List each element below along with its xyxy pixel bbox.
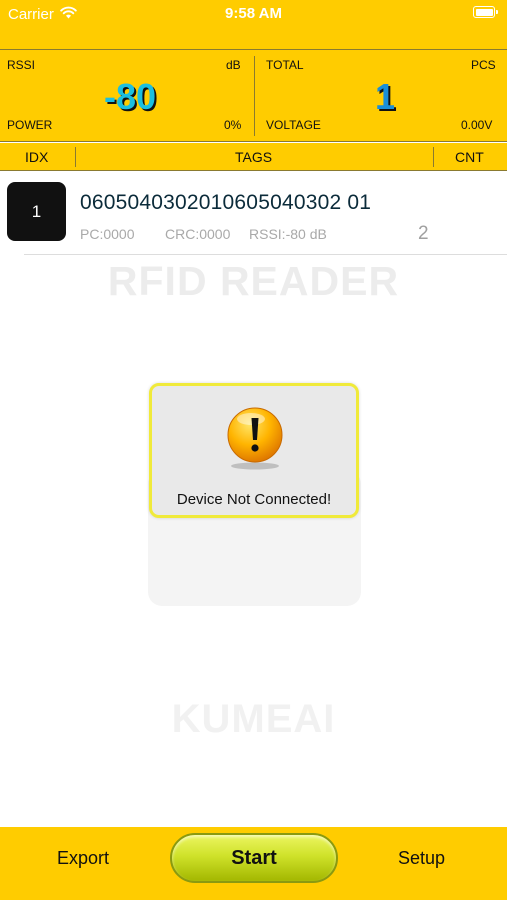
tag-row[interactable]: 1 0605040302010605040302 01 PC:0000 CRC:… xyxy=(0,171,507,255)
row-divider xyxy=(24,254,507,255)
power-label: POWER xyxy=(7,118,53,132)
device-alert: Device Not Connected! xyxy=(149,383,359,518)
tag-crc: CRC:0000 xyxy=(165,226,231,242)
column-divider xyxy=(75,147,76,167)
setup-button[interactable]: Setup xyxy=(398,848,445,869)
rssi-value: -80 xyxy=(103,76,157,117)
column-idx: IDX xyxy=(25,149,49,165)
tag-pc: PC:0000 xyxy=(80,226,135,242)
battery-icon xyxy=(473,6,498,18)
total-value: 1 xyxy=(374,76,396,117)
column-cnt: CNT xyxy=(455,149,484,165)
stats-divider xyxy=(254,56,255,136)
column-divider xyxy=(433,147,434,167)
rssi-unit: dB xyxy=(226,58,241,72)
power-value: 0% xyxy=(224,118,242,132)
export-button[interactable]: Export xyxy=(57,848,109,869)
tag-index-badge: 1 xyxy=(7,182,66,241)
watermark-brand: KUMEAI xyxy=(171,697,336,741)
total-label: TOTAL xyxy=(266,58,304,72)
tag-count: 2 xyxy=(418,223,429,244)
rssi-label: RSSI xyxy=(7,58,36,72)
tag-list-header: IDX TAGS CNT xyxy=(0,143,507,171)
tag-index: 1 xyxy=(31,201,42,221)
status-time: 9:58 AM xyxy=(225,5,282,22)
tag-epc: 0605040302010605040302 01 xyxy=(80,191,372,214)
total-unit: PCS xyxy=(471,58,496,72)
start-button[interactable]: Start xyxy=(170,833,338,883)
stats-panel: RSSI dB -80 POWER 0% TOTAL PCS 1 VOLTAGE… xyxy=(0,50,507,142)
voltage-label: VOLTAGE xyxy=(266,118,321,132)
watermark-title: RFID READER xyxy=(107,258,400,304)
bottom-toolbar: Export Start Setup xyxy=(0,827,507,900)
alert-message: Device Not Connected! xyxy=(176,491,332,508)
warning-exclamation-icon xyxy=(222,406,288,472)
tag-rssi: RSSI:-80 dB xyxy=(249,226,327,242)
column-tags: TAGS xyxy=(235,149,273,165)
voltage-value: 0.00V xyxy=(461,118,493,132)
status-bar: Carrier 9:58 AM xyxy=(0,0,507,50)
